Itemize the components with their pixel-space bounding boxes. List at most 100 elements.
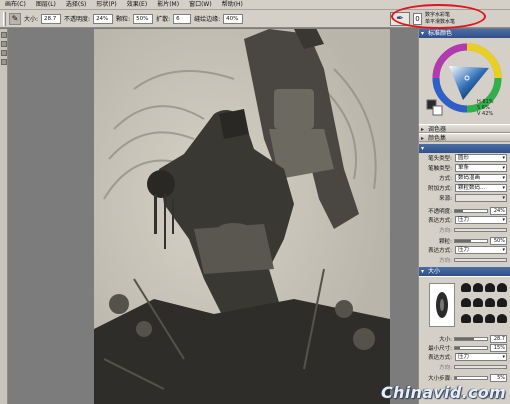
opacity-direction-row: 方向:	[419, 225, 510, 234]
color-wheel[interactable]	[419, 38, 510, 124]
min-size-row: 最小尺寸: 15%	[419, 343, 510, 352]
dab-preview-shape	[436, 292, 448, 318]
painting-canvas[interactable]	[94, 29, 390, 404]
hsv-readout: H 81% S 6% V 42%	[477, 99, 493, 117]
tool-icon[interactable]	[1, 41, 7, 47]
min-size-value[interactable]: 15%	[490, 343, 507, 352]
grain-slider[interactable]	[454, 238, 488, 243]
grain-field[interactable]: 50%	[133, 13, 154, 24]
menu-select[interactable]: 选择(S)	[61, 0, 92, 10]
method-row: 方式: 数码湿画 ▾	[419, 173, 510, 183]
submethod-label: 附加方式:	[428, 186, 452, 192]
grain-expression-select[interactable]: 压力 ▾	[455, 246, 507, 254]
dab-type-row: 笔头类型: 圆形 ▾	[419, 153, 510, 163]
dab-shape-icon[interactable]	[497, 298, 507, 308]
size-expression-row: 表达方式: 压力 ▾	[419, 352, 510, 362]
artwork-illustration	[94, 29, 390, 404]
diffusion-field[interactable]: 6	[173, 13, 192, 24]
panel-size-label: 大小:	[439, 336, 452, 343]
size-step-slider[interactable]	[454, 375, 488, 380]
dab-shape-icon[interactable]	[497, 283, 507, 292]
opacity-row: 不透明度: 24%	[419, 206, 510, 215]
tool-icon[interactable]	[1, 50, 7, 56]
dab-type-select[interactable]: 圆形 ▾	[455, 154, 507, 162]
dab-shape-icon[interactable]	[461, 313, 471, 323]
brush-controls-title[interactable]	[419, 144, 510, 153]
size-slider[interactable]	[454, 336, 488, 341]
submethod-row: 附加方式: 颗粒数码... ▾	[419, 183, 510, 193]
stroke-type-row: 笔触类型: 单条 ▾	[419, 163, 510, 173]
size-expression-select[interactable]: 压力 ▾	[455, 353, 507, 361]
panel-grain-label: 颗粒:	[439, 238, 452, 245]
dab-shape-icon[interactable]	[485, 313, 495, 323]
color-picker[interactable]: H 81% S 6% V 42%	[419, 38, 510, 124]
menu-window[interactable]: 窗口(W)	[184, 0, 217, 10]
size-field[interactable]: 28.7	[41, 13, 62, 24]
menu-help[interactable]: 帮助(H)	[217, 0, 248, 10]
grain-direction-row: 方向:	[419, 255, 510, 264]
dab-shape-icon[interactable]	[461, 283, 471, 292]
opacity-direction-slider[interactable]	[454, 227, 507, 232]
opacity-expression-label: 表达方式:	[428, 218, 452, 224]
opacity-value[interactable]: 24%	[490, 206, 507, 215]
size-panel	[419, 276, 510, 334]
size-panel-title[interactable]: 大小	[419, 267, 510, 276]
source-select[interactable]: ▾	[455, 194, 507, 202]
watermark: Chinavid.com	[381, 383, 506, 402]
toolbox	[0, 29, 8, 404]
dab-shape-icon[interactable]	[473, 283, 483, 292]
diffusion-label: 扩散:	[156, 16, 171, 23]
size-row: 大小: 28.7	[419, 334, 510, 343]
stroke-type-select[interactable]: 单条 ▾	[455, 164, 507, 172]
right-panel: 标准颜色 H 81% S 6% V 42% 调色器	[418, 29, 510, 404]
menu-effects[interactable]: 效果(E)	[122, 0, 152, 10]
grain-label: 颗粒:	[116, 16, 131, 23]
opacity-slider[interactable]	[454, 208, 488, 213]
size-expression-label: 表达方式:	[428, 355, 452, 361]
menu-canvas[interactable]: 画布(C)	[0, 0, 31, 10]
opacity-direction-label: 方向:	[439, 227, 452, 234]
brush-tool-icon[interactable]: ✎	[9, 12, 21, 25]
opacity-field[interactable]: 24%	[93, 13, 114, 24]
panel-opacity-label: 不透明度:	[428, 208, 452, 215]
menu-movie[interactable]: 影片(M)	[152, 0, 184, 10]
highlight-ellipse	[391, 4, 486, 29]
color-panel-title[interactable]: 标准颜色	[419, 29, 510, 38]
size-direction-slider[interactable]	[454, 364, 507, 369]
size-step-value[interactable]: 5%	[490, 373, 507, 382]
submethod-select[interactable]: 颗粒数码... ▾	[455, 184, 507, 192]
tool-icon[interactable]	[1, 32, 7, 38]
method-label: 方式:	[439, 176, 452, 182]
min-size-slider[interactable]	[454, 345, 488, 350]
mixer-panel-title[interactable]: 调色器	[419, 124, 510, 134]
source-label: 来源:	[439, 196, 452, 202]
method-select[interactable]: 数码湿画 ▾	[455, 174, 507, 182]
toolbar-grip[interactable]	[3, 11, 6, 26]
grain-direction-slider[interactable]	[454, 257, 507, 262]
stroke-type-label: 笔触类型:	[428, 166, 452, 172]
size-step-label: 大小步骤:	[428, 375, 452, 382]
menu-shapes[interactable]: 形状(P)	[91, 0, 121, 10]
dab-type-label: 笔头类型:	[428, 156, 452, 162]
opacity-label: 不透明度:	[64, 16, 91, 23]
grain-expression-row: 表达方式: 压力 ▾	[419, 245, 510, 255]
dab-shape-icon[interactable]	[473, 298, 483, 308]
dab-shape-icon[interactable]	[473, 313, 483, 323]
size-value[interactable]: 28.7	[490, 334, 507, 343]
color-sets-panel-title[interactable]: 颜色集	[419, 133, 510, 143]
tool-icon[interactable]	[1, 59, 7, 65]
dab-shape-icon[interactable]	[485, 283, 495, 292]
canvas-area[interactable]	[8, 29, 418, 404]
dab-shape-icon[interactable]	[485, 298, 495, 308]
opacity-expression-select[interactable]: 压力 ▾	[455, 216, 507, 224]
grain-direction-label: 方向:	[439, 257, 452, 264]
dab-shape-icon[interactable]	[497, 313, 507, 323]
size-label: 大小:	[24, 16, 39, 23]
dab-shape-icon[interactable]	[461, 298, 471, 308]
grain-expression-label: 表达方式:	[428, 248, 452, 254]
menu-layers[interactable]: 图层(L)	[31, 0, 61, 10]
source-row: 来源: ▾	[419, 193, 510, 203]
dab-shape-grid[interactable]	[461, 283, 507, 327]
grain-value[interactable]: 50%	[490, 236, 507, 245]
wet-fringe-field[interactable]: 40%	[223, 13, 244, 24]
